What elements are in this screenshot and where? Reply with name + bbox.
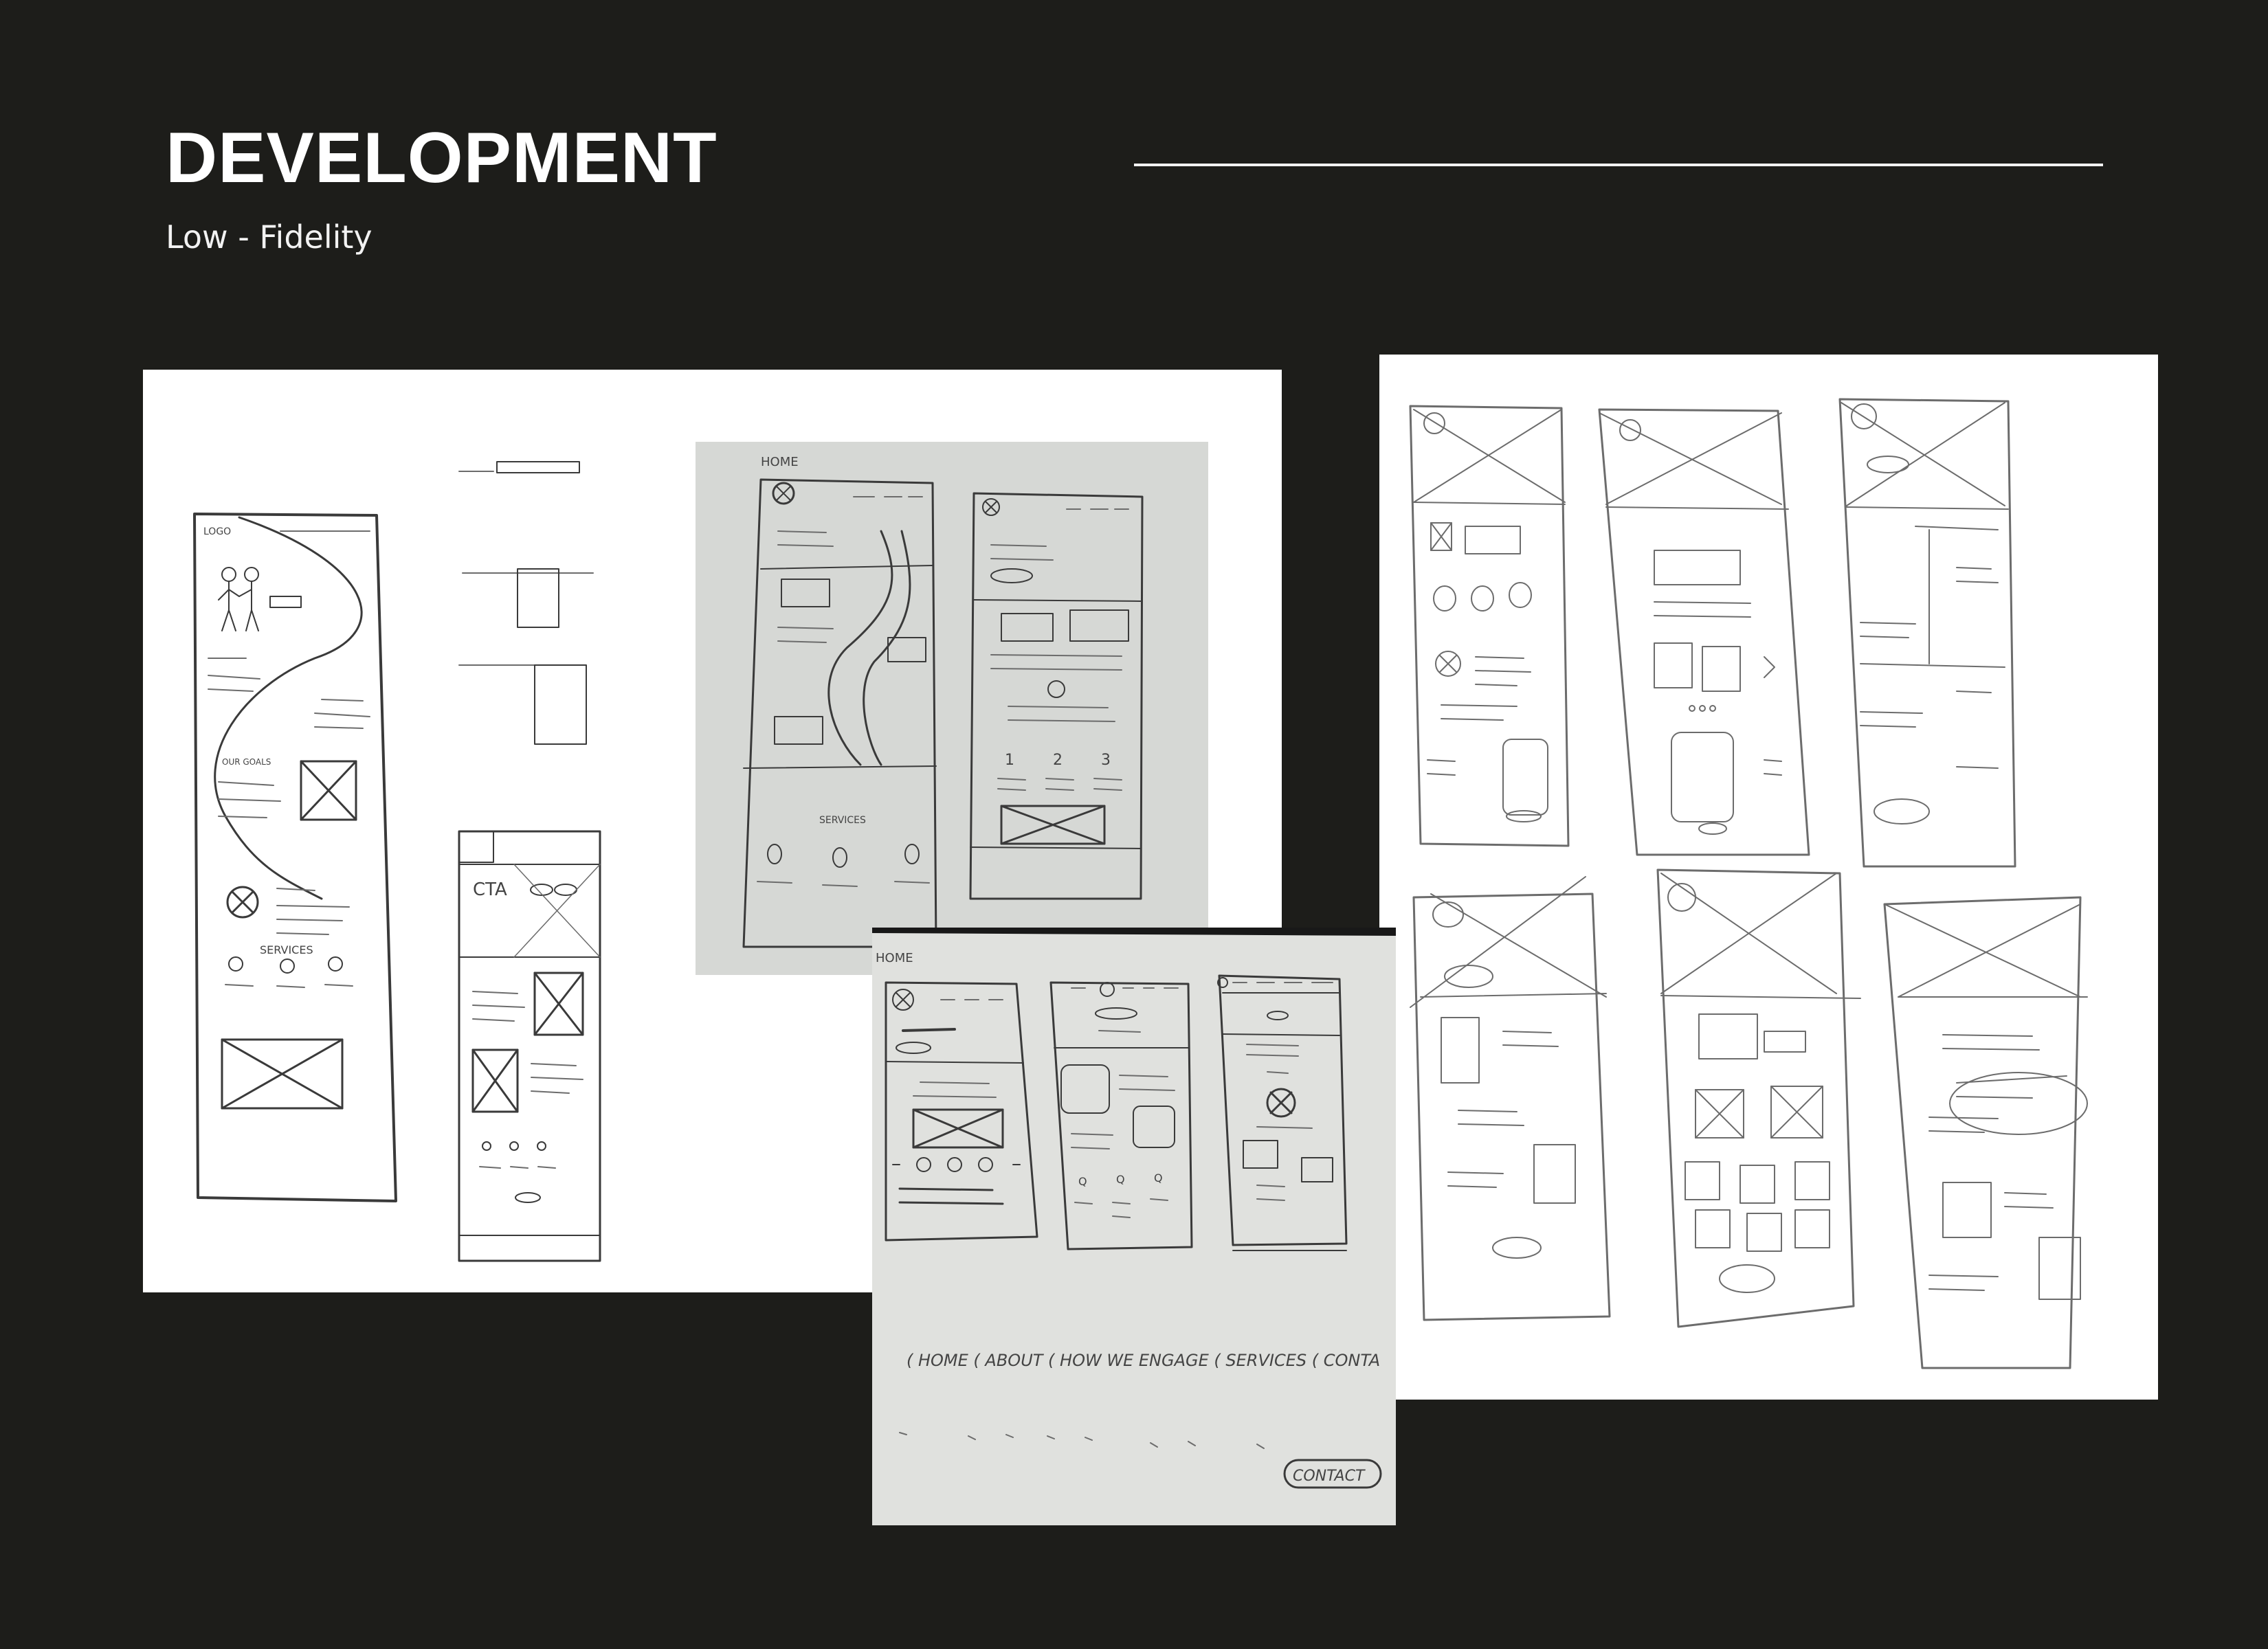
bottom-sketch-drawing: HOME Q Q Q (HOME (ABOUT (HOW WE ENGAG… bbox=[872, 928, 1396, 1489]
bottom-nav-sketch: ( HOME ( ABOUT ( HOW WE ENGAGE ( SERVICE… bbox=[907, 1351, 1380, 1370]
bottom-home-label: HOME bbox=[876, 951, 913, 965]
step-1-label: 1 bbox=[1005, 752, 1014, 769]
header-divider bbox=[1134, 164, 2103, 166]
cta-label: CTA bbox=[473, 879, 507, 900]
services-label: SERVICES bbox=[260, 943, 313, 956]
our-goals-label: OUR GOALS bbox=[222, 757, 271, 767]
step-2-label: 2 bbox=[1053, 752, 1063, 769]
bottom-sketch-photo: HOME Q Q Q (HOME (ABOUT (HOW WE ENGAG… bbox=[872, 928, 1396, 1525]
right-sketch-drawing bbox=[1409, 398, 2088, 1369]
page-subtitle: Low - Fidelity bbox=[166, 218, 373, 256]
step-3-label: 3 bbox=[1101, 752, 1111, 769]
gray-services-label: SERVICES bbox=[819, 815, 866, 826]
right-sketch-sheet bbox=[1379, 355, 2158, 1400]
bottom-q-mark-3: Q bbox=[1154, 1171, 1163, 1185]
gray-sketch-drawing: HOME SERVICES 1 2 3 bbox=[742, 455, 1144, 948]
page-title: DEVELOPMENT bbox=[166, 118, 718, 198]
bottom-q-mark-2: Q bbox=[1116, 1173, 1125, 1186]
gray-sketch-photo: HOME SERVICES 1 2 3 bbox=[696, 442, 1208, 975]
bottom-contact-sketch: CONTACT bbox=[1293, 1468, 1366, 1485]
logo-label: LOGO bbox=[203, 526, 231, 537]
bottom-q-mark-1: Q bbox=[1078, 1175, 1087, 1188]
gray-home-label: HOME bbox=[761, 455, 799, 469]
